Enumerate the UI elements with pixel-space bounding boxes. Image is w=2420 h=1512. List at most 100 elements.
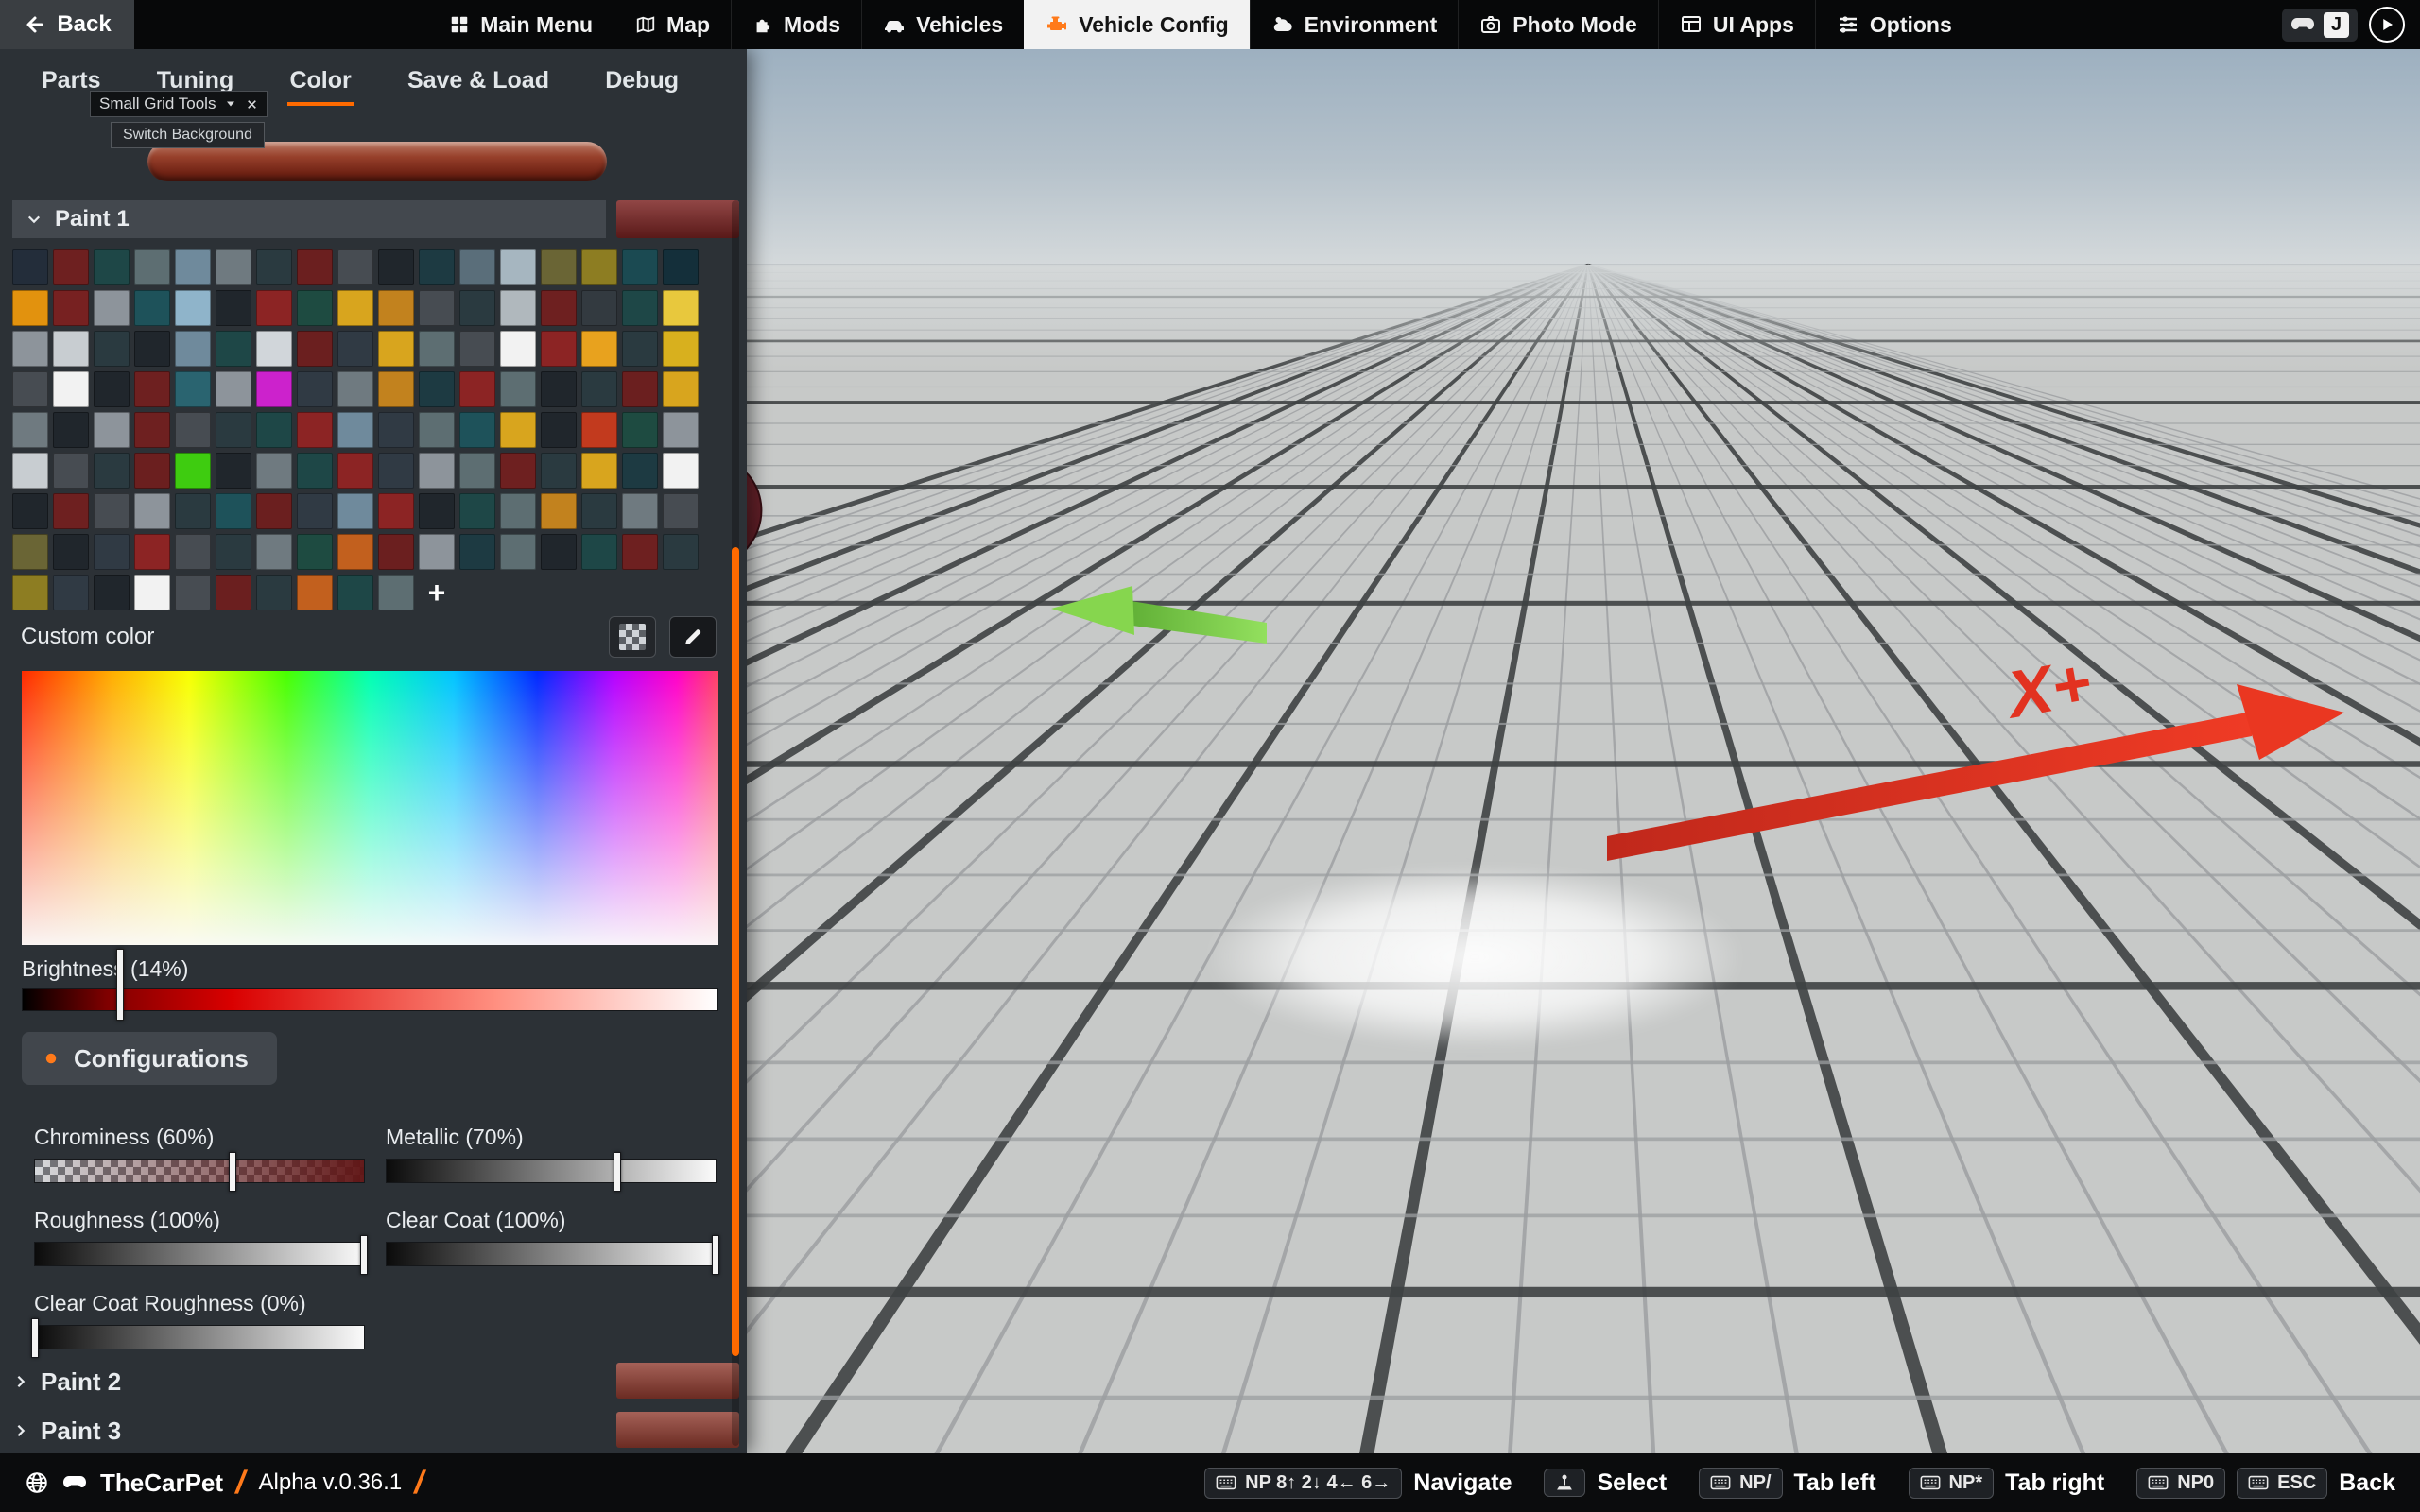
panel-scrollbar-thumb[interactable] [732,547,739,1356]
slider-track[interactable] [34,1242,365,1266]
tab-save-load[interactable]: Save & Load [406,61,551,106]
color-swatch[interactable] [94,371,130,407]
color-swatch[interactable] [622,534,658,570]
color-swatch[interactable] [337,493,373,529]
color-swatch[interactable] [216,249,251,285]
color-swatch[interactable] [581,331,617,367]
top-menu-vehicle-config[interactable]: Vehicle Config [1024,0,1249,49]
globe-icon[interactable] [25,1470,49,1495]
color-swatch[interactable] [622,453,658,489]
top-menu-map[interactable]: Map [614,0,731,49]
color-swatch[interactable] [216,412,251,448]
color-swatch[interactable] [459,371,495,407]
color-swatch[interactable] [175,453,211,489]
color-swatch[interactable] [541,493,577,529]
color-swatch[interactable] [297,534,333,570]
paint2-row[interactable]: Paint 2 [12,1363,740,1400]
color-swatch[interactable] [134,575,170,610]
color-swatch[interactable] [175,331,211,367]
color-swatch[interactable] [53,412,89,448]
transparency-pattern-button[interactable] [609,616,656,658]
color-swatch[interactable] [419,453,455,489]
color-swatch[interactable] [581,371,617,407]
color-swatch[interactable] [622,249,658,285]
slider-handle[interactable] [360,1235,368,1275]
top-menu-main-menu[interactable]: Main Menu [428,0,614,49]
color-swatch[interactable] [500,493,536,529]
color-swatch[interactable] [94,412,130,448]
color-swatch[interactable] [256,249,292,285]
color-swatch[interactable] [378,331,414,367]
color-swatch[interactable] [663,371,699,407]
color-swatch[interactable] [134,493,170,529]
slider-track[interactable] [34,1159,365,1183]
color-swatch[interactable] [175,371,211,407]
color-swatch[interactable] [622,331,658,367]
color-swatch[interactable] [216,371,251,407]
slider-handle[interactable] [31,1318,39,1358]
color-swatch[interactable] [378,371,414,407]
color-swatch[interactable] [500,371,536,407]
color-swatch[interactable] [500,290,536,326]
color-swatch[interactable] [581,290,617,326]
color-swatch[interactable] [216,534,251,570]
color-swatch[interactable] [134,249,170,285]
paint3-current-color[interactable] [616,1412,739,1448]
color-swatch[interactable] [297,290,333,326]
caret-down-icon[interactable] [225,98,236,110]
color-swatch[interactable] [419,290,455,326]
color-swatch[interactable] [663,249,699,285]
color-swatch[interactable] [297,453,333,489]
color-swatch[interactable] [378,534,414,570]
color-swatch[interactable] [216,575,251,610]
add-color-button[interactable]: + [419,575,455,610]
color-swatch[interactable] [378,290,414,326]
color-swatch[interactable] [297,575,333,610]
color-swatch[interactable] [459,412,495,448]
color-swatch[interactable] [337,453,373,489]
paint1-header[interactable]: Paint 1 [12,200,606,238]
color-swatch[interactable] [378,453,414,489]
slider-track[interactable] [386,1242,717,1266]
color-swatch[interactable] [94,290,130,326]
color-swatch[interactable] [378,412,414,448]
color-swatch[interactable] [297,371,333,407]
color-swatch[interactable] [622,371,658,407]
color-swatch[interactable] [256,331,292,367]
color-swatch[interactable] [53,453,89,489]
color-swatch[interactable] [459,249,495,285]
color-swatch[interactable] [134,290,170,326]
color-swatch[interactable] [175,290,211,326]
color-swatch[interactable] [53,575,89,610]
color-swatch[interactable] [175,575,211,610]
back-button[interactable]: Back [0,0,134,49]
color-swatch[interactable] [500,534,536,570]
paint1-current-color[interactable] [616,200,739,238]
top-menu-mods[interactable]: Mods [731,0,861,49]
color-swatch[interactable] [581,534,617,570]
color-swatch[interactable] [94,534,130,570]
color-swatch[interactable] [53,371,89,407]
color-swatch[interactable] [53,290,89,326]
color-swatch[interactable] [175,249,211,285]
color-swatch[interactable] [541,249,577,285]
slider-track[interactable] [386,1159,717,1183]
color-swatch[interactable] [459,534,495,570]
color-swatch[interactable] [53,331,89,367]
color-swatch[interactable] [12,534,48,570]
color-swatch[interactable] [12,575,48,610]
color-swatch[interactable] [459,331,495,367]
color-swatch[interactable] [663,453,699,489]
popup-header[interactable]: Small Grid Tools [90,91,268,117]
color-swatch[interactable] [541,371,577,407]
color-swatch[interactable] [337,249,373,285]
color-swatch[interactable] [663,412,699,448]
color-swatch[interactable] [581,453,617,489]
tab-debug[interactable]: Debug [603,61,681,106]
color-swatch[interactable] [12,371,48,407]
color-swatch[interactable] [216,493,251,529]
tab-color[interactable]: Color [287,61,353,106]
color-swatch[interactable] [541,453,577,489]
top-menu-options[interactable]: Options [1815,0,1973,49]
color-swatch[interactable] [663,493,699,529]
